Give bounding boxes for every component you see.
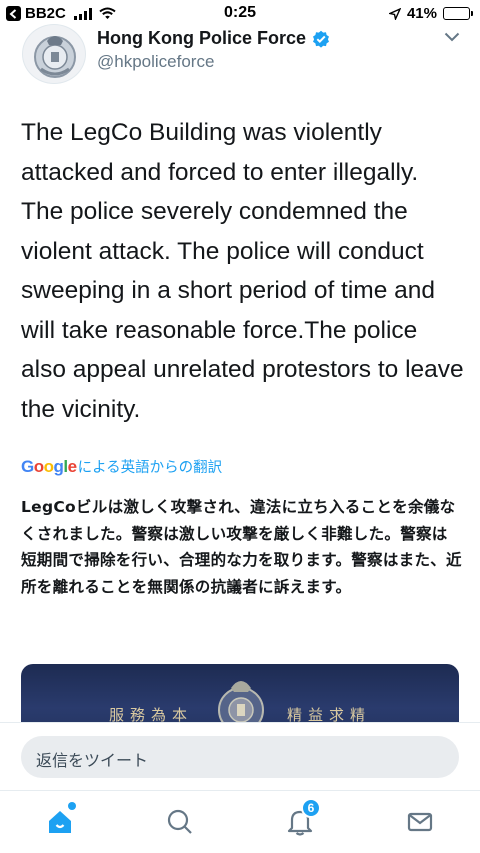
google-logo: Google <box>21 457 77 476</box>
reply-input[interactable]: 返信をツイート <box>21 736 459 778</box>
police-emblem-icon <box>34 36 76 78</box>
tab-notifications[interactable]: 6 <box>283 798 321 839</box>
status-bar: BB2C 0:25 41% <box>0 0 480 28</box>
translation-label: による英語からの翻訳 <box>77 460 223 476</box>
search-icon <box>167 809 192 834</box>
battery-icon <box>443 7 473 20</box>
author-name[interactable]: Hong Kong Police Force <box>97 28 306 49</box>
notifications-badge: 6 <box>301 798 321 818</box>
home-new-dot <box>68 802 76 810</box>
reply-placeholder: 返信をツイート <box>36 753 149 770</box>
tab-bar: 6 <box>0 790 480 853</box>
location-arrow-icon <box>388 7 401 20</box>
translated-text: LegCoビルは激しく攻撃され、違法に立ち入ることを余儀なくされました。警察は激… <box>21 498 462 596</box>
tab-home[interactable] <box>43 802 77 839</box>
battery-percent: 41% <box>406 5 437 22</box>
author-handle[interactable]: @hkpoliceforce <box>97 52 214 72</box>
messages-icon <box>407 812 433 832</box>
tweet-text: The LegCo Building was violently attacke… <box>21 119 464 423</box>
author-name-row: Hong Kong Police Force <box>97 28 330 49</box>
reply-bar: 返信をツイート <box>0 722 480 788</box>
tab-messages[interactable] <box>403 805 437 839</box>
translation-header[interactable]: Google による英語からの翻訳 <box>21 456 222 477</box>
verified-badge-icon <box>313 30 330 48</box>
home-icon <box>49 811 71 833</box>
author-avatar[interactable] <box>22 24 86 84</box>
tab-search[interactable] <box>163 805 197 839</box>
status-right: 41% <box>388 5 473 22</box>
chevron-down-icon[interactable] <box>444 32 460 42</box>
